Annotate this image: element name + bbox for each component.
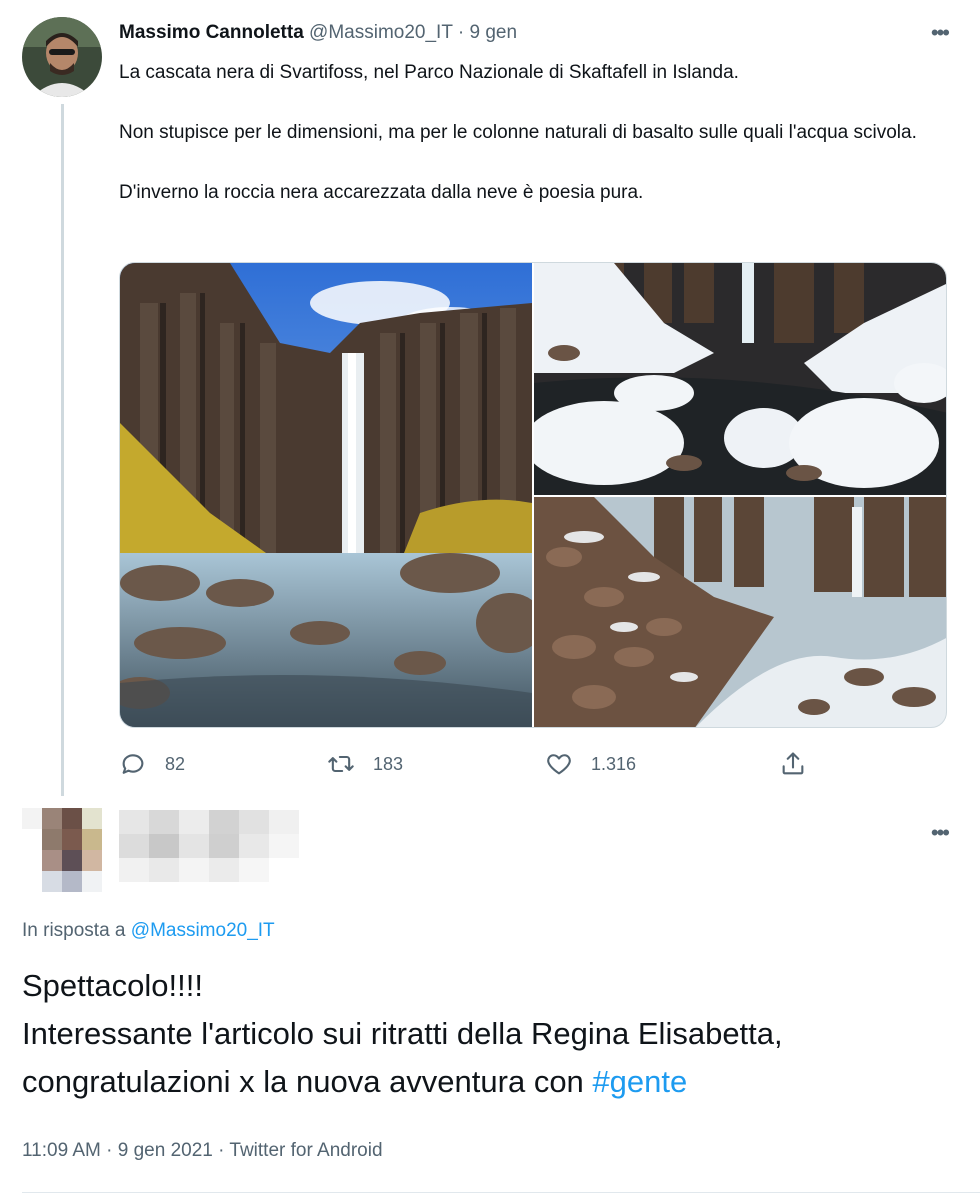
heart-icon [547, 754, 571, 775]
tweet-header: Massimo Cannoletta @Massimo20_IT · 9 gen [119, 22, 517, 46]
reply-text-line-2: Interessante l'articolo sui ritratti del… [22, 1016, 783, 1051]
divider [22, 1192, 980, 1193]
like-count: 1.316 [591, 753, 637, 774]
reply-time[interactable]: 11:09 AM [22, 1140, 101, 1161]
meta-separator-1: · [106, 1140, 113, 1161]
reply-date[interactable]: 9 gen 2021 [118, 1140, 213, 1161]
tweet-actions: 82 183 1.316 [119, 746, 949, 782]
reply-source[interactable]: Twitter for Android [229, 1140, 382, 1161]
in-reply-handle-link[interactable]: @Massimo20_IT [131, 920, 275, 941]
tweet: Massimo Cannoletta @Massimo20_IT · 9 gen… [0, 0, 980, 800]
reply-icon [122, 754, 144, 774]
reply-author-pixelated[interactable] [119, 810, 299, 882]
in-reply-prefix: In risposta a [22, 920, 126, 941]
hashtag-link[interactable]: #gente [592, 1064, 687, 1099]
tweet-text: La cascata nera di Svartifoss, nel Parco… [119, 58, 949, 208]
thread-connector-line [61, 104, 64, 796]
tweet-text-line-1: La cascata nera di Svartifoss, nel Parco… [119, 62, 739, 83]
tweet-text-line-2: Non stupisce per le dimensioni, ma per l… [119, 122, 917, 143]
retweet-action[interactable]: 183 [327, 746, 403, 782]
header-separator: · [457, 22, 465, 43]
retweet-icon [328, 755, 354, 773]
share-action[interactable] [779, 746, 825, 782]
reply-text-line-3-prefix: congratulazioni x la nuova avventura con [22, 1064, 584, 1099]
author-name[interactable]: Massimo Cannoletta [119, 22, 304, 43]
tweet-text-line-3: D'inverno la roccia nera accarezzata dal… [119, 182, 644, 203]
meta-separator-2: · [218, 1140, 225, 1161]
reply-tweet: ••• In risposta a @Massimo20_IT Spettaco… [0, 800, 980, 1200]
author-avatar[interactable] [22, 17, 102, 97]
reply-text-line-3: congratulazioni x la nuova avventura con… [22, 1058, 962, 1106]
like-action[interactable]: 1.316 [545, 746, 636, 782]
retweet-count: 183 [373, 753, 404, 774]
reply-more-options-icon[interactable]: ••• [931, 820, 950, 846]
reply-count: 82 [165, 753, 186, 774]
reply-avatar-pixelated[interactable] [22, 808, 102, 894]
in-reply-to: In risposta a @Massimo20_IT [22, 920, 275, 942]
snowy-canyon-photo[interactable] [534, 497, 947, 728]
waterfall-summer-photo[interactable] [120, 263, 532, 728]
reply-action[interactable]: 82 [119, 746, 185, 782]
author-handle[interactable]: @Massimo20_IT [309, 22, 453, 43]
share-icon [782, 752, 804, 775]
snowy-stream-photo[interactable] [534, 263, 947, 495]
reply-text-line-1: Spettacolo!!!! [22, 968, 203, 1003]
media-grid [119, 262, 947, 728]
reply-meta: 11:09 AM · 9 gen 2021 · Twitter for Andr… [22, 1140, 383, 1162]
more-options-icon[interactable]: ••• [931, 20, 950, 46]
reply-text: Spettacolo!!!! Interessante l'articolo s… [22, 962, 962, 1106]
tweet-date[interactable]: 9 gen [469, 22, 517, 43]
